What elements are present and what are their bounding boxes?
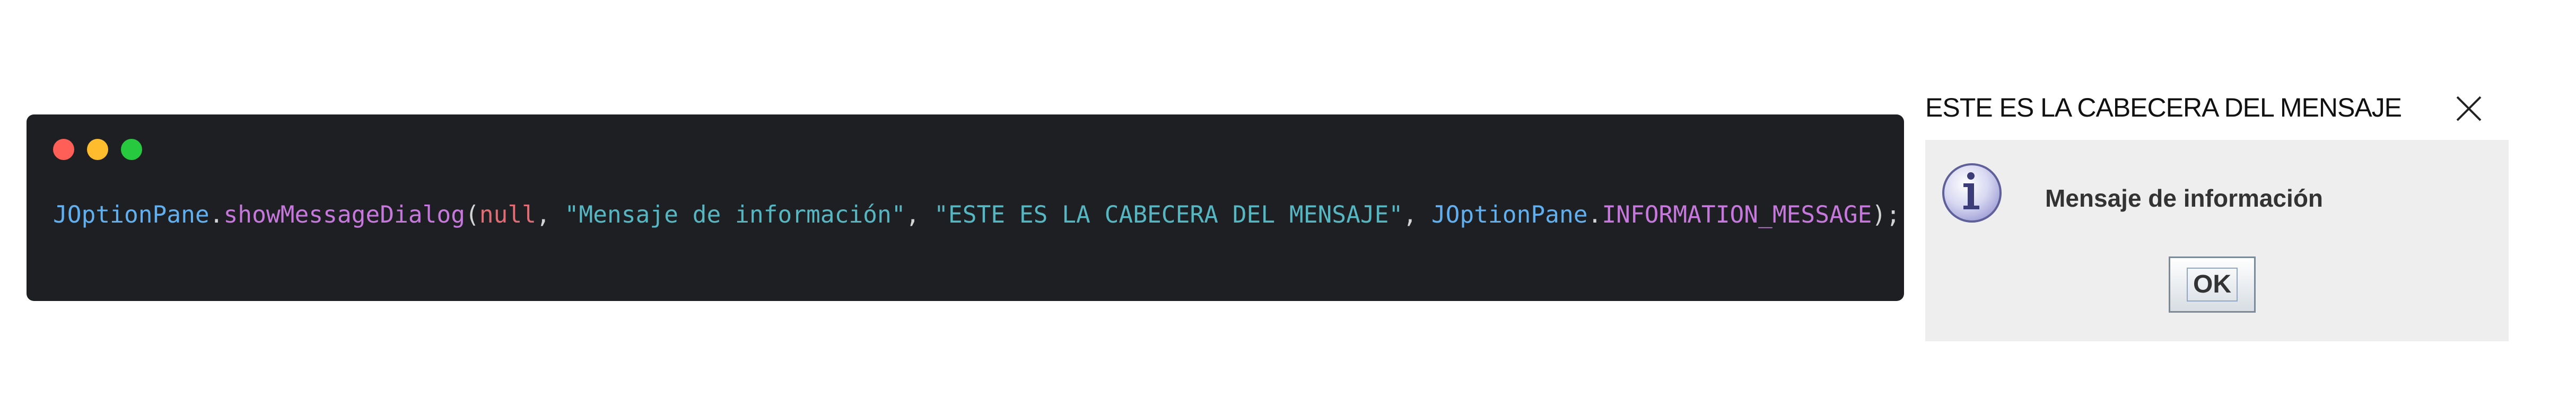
code-line: JOptionPane.showMessageDialog(null, "Men… <box>53 199 1900 231</box>
ok-button[interactable]: OK <box>2169 256 2256 313</box>
code-punct: , <box>536 201 565 228</box>
message-dialog: ESTE ES LA CABECERA DEL MENSAJE Mensaje … <box>1904 74 2519 341</box>
minimize-dot-icon <box>87 139 108 160</box>
code-punct: ( <box>465 201 479 228</box>
code-panel: JOptionPane.showMessageDialog(null, "Men… <box>27 114 1904 301</box>
code-punct: , <box>905 201 935 228</box>
dialog-body: Mensaje de información OK <box>1925 140 2509 341</box>
window-controls <box>53 139 142 160</box>
close-dot-icon <box>53 139 74 160</box>
dialog-title: ESTE ES LA CABECERA DEL MENSAJE <box>1925 93 2402 122</box>
code-punct: . <box>1587 201 1602 228</box>
stage: JOptionPane.showMessageDialog(null, "Men… <box>0 0 2576 416</box>
info-icon <box>1942 163 2002 223</box>
code-punct: ); <box>1872 201 1900 228</box>
code-class-name: JOptionPane <box>1431 201 1588 228</box>
code-constant: INFORMATION_MESSAGE <box>1602 201 1872 228</box>
code-title-string: "ESTE ES LA CABECERA DEL MENSAJE" <box>934 201 1403 228</box>
code-class-name: JOptionPane <box>53 201 209 228</box>
code-null-keyword: null <box>479 201 536 228</box>
maximize-dot-icon <box>121 139 142 160</box>
code-punct: . <box>209 201 224 228</box>
ok-button-label: OK <box>2187 268 2238 302</box>
close-icon <box>2456 96 2482 121</box>
code-message-string: "Mensaje de información" <box>564 201 906 228</box>
code-method-name: showMessageDialog <box>223 201 465 228</box>
dialog-message: Mensaje de información <box>2045 184 2324 212</box>
code-punct: , <box>1403 201 1431 228</box>
close-button[interactable] <box>2450 90 2487 127</box>
